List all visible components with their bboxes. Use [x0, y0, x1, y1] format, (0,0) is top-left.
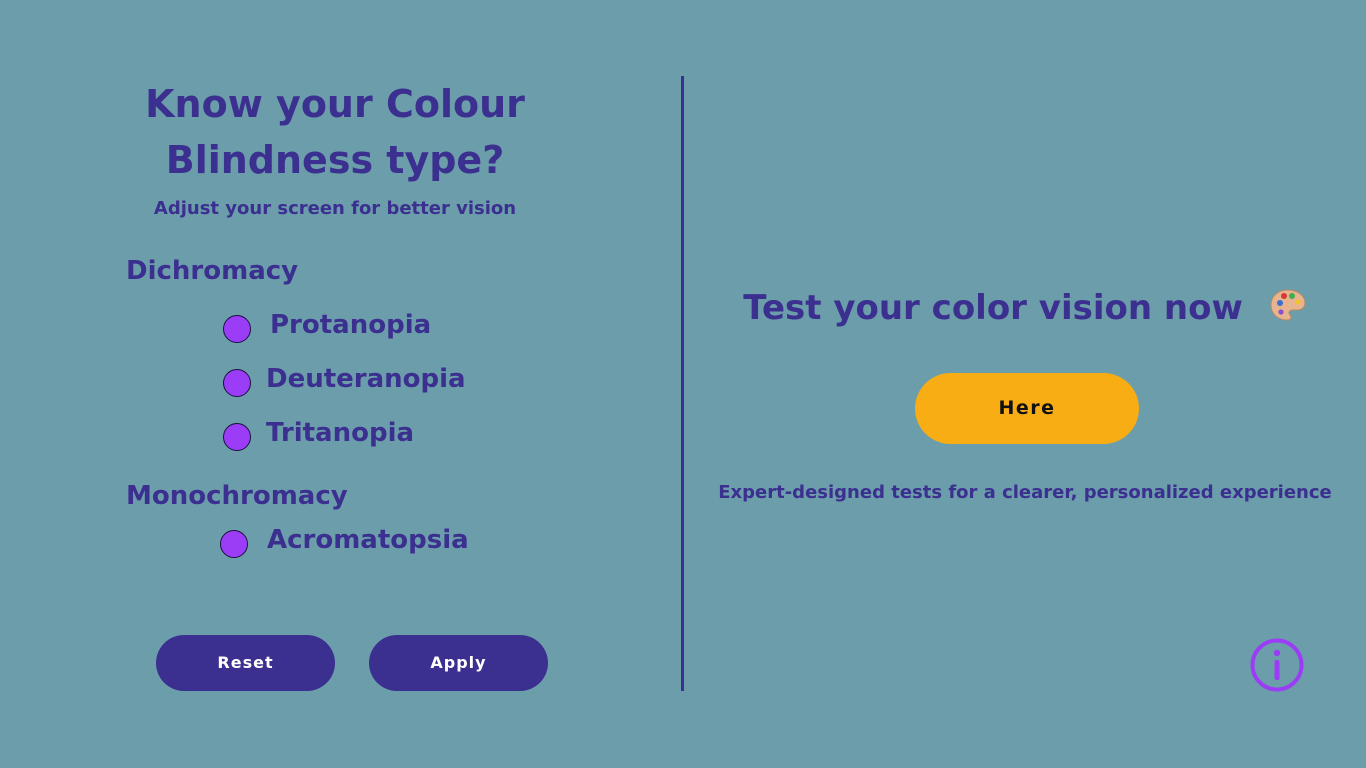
- apply-button[interactable]: Apply: [369, 635, 548, 691]
- radio-tritanopia[interactable]: [223, 423, 251, 451]
- test-vision-heading: Test your color vision now: [700, 288, 1350, 331]
- radio-deuteranopia[interactable]: [223, 369, 251, 397]
- option-label-protanopia[interactable]: Protanopia: [270, 310, 431, 340]
- page-title: Know your Colour Blindness type?: [145, 82, 525, 182]
- radio-protanopia[interactable]: [223, 315, 251, 343]
- group-heading-monochromacy: Monochromacy: [126, 481, 348, 511]
- page-subtitle: Adjust your screen for better vision: [153, 198, 517, 219]
- palette-icon: [1269, 288, 1307, 331]
- test-description: Expert-designed tests for a clearer, per…: [718, 482, 1332, 503]
- option-label-deuteranopia[interactable]: Deuteranopia: [266, 364, 466, 394]
- info-icon[interactable]: [1249, 637, 1305, 693]
- here-button[interactable]: Here: [915, 373, 1139, 444]
- radio-acromatopsia[interactable]: [220, 530, 248, 558]
- test-vision-title: Test your color vision now: [743, 288, 1243, 328]
- reset-button[interactable]: Reset: [156, 635, 335, 691]
- option-label-tritanopia[interactable]: Tritanopia: [266, 418, 414, 448]
- option-label-acromatopsia[interactable]: Acromatopsia: [267, 525, 469, 555]
- panel-divider: [681, 76, 684, 691]
- group-heading-dichromacy: Dichromacy: [126, 256, 299, 286]
